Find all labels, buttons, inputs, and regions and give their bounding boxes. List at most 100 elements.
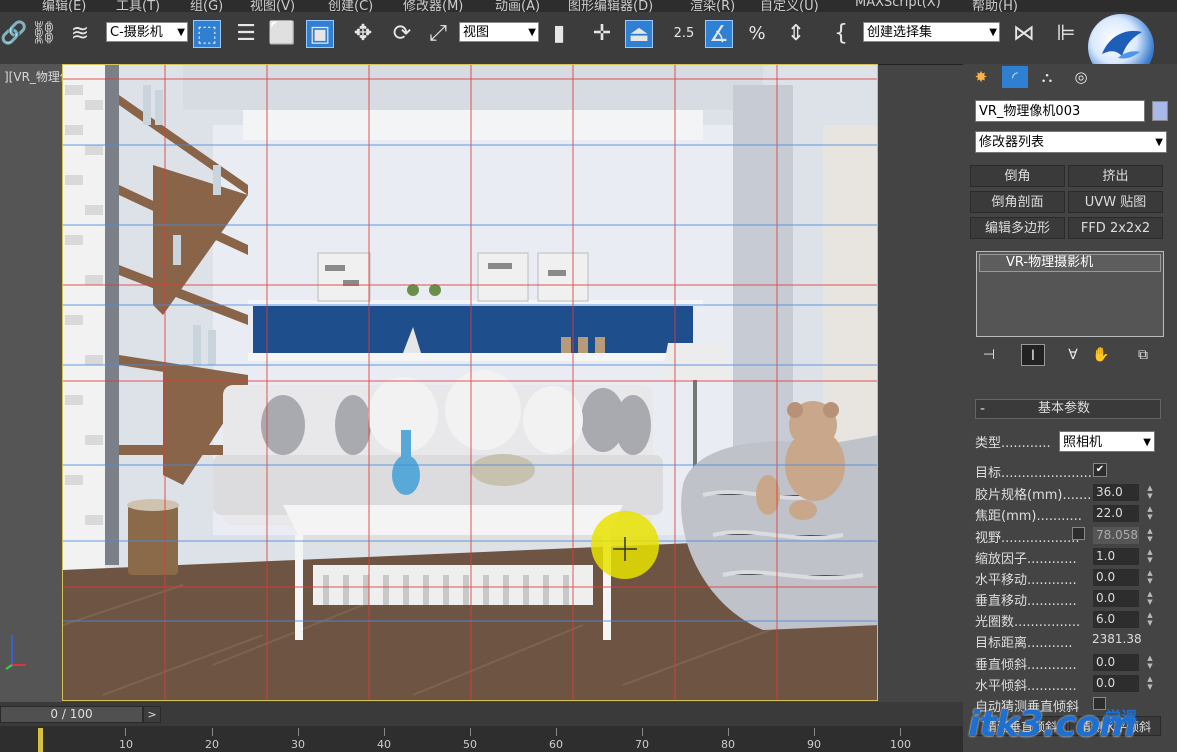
vertical-shift-field[interactable]: 0.0 bbox=[1093, 590, 1139, 607]
menu-maxscript[interactable]: MAXScript(X) bbox=[855, 0, 941, 10]
tick-label: 80 bbox=[721, 738, 735, 751]
stack-item-vray-camera[interactable]: VR-物理摄影机 bbox=[979, 254, 1161, 272]
menu-help[interactable]: 帮助(H) bbox=[972, 0, 1018, 12]
object-color-swatch[interactable] bbox=[1152, 101, 1168, 121]
edit-poly-button[interactable]: 编辑多边形 bbox=[970, 217, 1065, 239]
param-label: 视野................... bbox=[975, 531, 1080, 546]
menu-customize[interactable]: 自定义(U) bbox=[760, 0, 819, 12]
menu-views[interactable]: 视图(V) bbox=[250, 0, 295, 12]
selection-filter-dropdown[interactable]: C-摄影机 ▼ bbox=[106, 22, 188, 42]
menu-edit[interactable]: 编辑(E) bbox=[42, 0, 86, 12]
window-crossing-icon[interactable]: ▣ bbox=[306, 20, 334, 48]
scene-render bbox=[63, 65, 877, 700]
object-name-field[interactable]: VR_物理像机003 bbox=[975, 100, 1145, 122]
tick bbox=[556, 728, 557, 736]
horizontal-tilt-field[interactable]: 0.0 bbox=[1093, 675, 1139, 692]
vertical-tilt-field[interactable]: 0.0 bbox=[1093, 654, 1139, 671]
align-icon[interactable]: ⊫ bbox=[1052, 20, 1080, 48]
rotate-icon[interactable]: ⟳ bbox=[388, 20, 416, 48]
spinner-icon[interactable]: ▲ ▼ bbox=[1145, 527, 1155, 544]
param-label: 水平移动............ bbox=[975, 573, 1077, 588]
edit-named-selection-icon[interactable]: { bbox=[827, 20, 855, 48]
film-gate-field[interactable]: 36.0 bbox=[1093, 484, 1139, 501]
spinner-icon[interactable]: ▲ ▼ bbox=[1145, 654, 1155, 671]
tick-label: 40 bbox=[377, 738, 391, 751]
spinner-icon[interactable]: ▲ ▼ bbox=[1145, 569, 1155, 586]
ffd-button[interactable]: FFD 2x2x2 bbox=[1068, 217, 1163, 239]
extrude-button[interactable]: 挤出 bbox=[1068, 165, 1163, 187]
target-checkbox[interactable]: ✔ bbox=[1093, 463, 1107, 477]
panel-tabs: ✸ ◜ ⛬ ◎ bbox=[966, 66, 1171, 88]
fov-field[interactable]: 78.058 bbox=[1093, 527, 1139, 544]
menu-modifiers[interactable]: 修改器(M) bbox=[403, 0, 463, 12]
percent-snap-icon[interactable]: % bbox=[743, 20, 771, 48]
angle-snap-icon[interactable]: ∡ bbox=[705, 20, 733, 48]
modify-icon[interactable]: ◜ bbox=[1002, 66, 1028, 88]
bind-spacewarp-icon[interactable]: ≋ bbox=[66, 20, 94, 48]
param-label: 胶片规格(mm)....... bbox=[975, 488, 1092, 503]
zoom-factor-field[interactable]: 1.0 bbox=[1093, 548, 1139, 565]
camera-type-dropdown[interactable]: 照相机 ▼ bbox=[1059, 431, 1155, 452]
bevel-profile-button[interactable]: 倒角剖面 bbox=[970, 191, 1065, 213]
modifier-list-dropdown[interactable]: 修改器列表 ▼ bbox=[975, 131, 1167, 153]
spinner-icon[interactable]: ▲ ▼ bbox=[1145, 590, 1155, 607]
target-distance-value: 2381.38 bbox=[1092, 632, 1142, 646]
menu-graph-editors[interactable]: 图形编辑器(D) bbox=[568, 0, 653, 12]
spinner-icon[interactable]: ▲ ▼ bbox=[1145, 611, 1155, 628]
scale-icon[interactable]: ⤢ bbox=[424, 20, 452, 48]
fov-checkbox[interactable] bbox=[1072, 527, 1085, 540]
create-icon[interactable]: ✸ bbox=[968, 66, 994, 88]
horizontal-shift-field[interactable]: 0.0 bbox=[1093, 569, 1139, 586]
time-marker[interactable] bbox=[38, 728, 43, 752]
unlink-icon[interactable]: ⛓ bbox=[30, 20, 58, 48]
spinner-icon[interactable]: ▲ ▼ bbox=[1145, 505, 1155, 522]
spinner-icon[interactable]: ▲ ▼ bbox=[1145, 675, 1155, 692]
pin-stack-icon[interactable]: ⊣ bbox=[977, 344, 1001, 366]
link-icon[interactable]: 🔗 bbox=[0, 20, 28, 48]
pivot-point-icon[interactable]: ▮ bbox=[545, 20, 573, 48]
target-distance-label: 目标距离........... bbox=[975, 636, 1073, 651]
snaps-toggle-icon[interactable]: 2.5 bbox=[670, 20, 698, 48]
spinner-icon[interactable]: ▲ ▼ bbox=[1145, 548, 1155, 565]
menu-create[interactable]: 创建(C) bbox=[328, 0, 373, 12]
motion-icon[interactable]: ◎ bbox=[1068, 66, 1094, 88]
next-frame-button[interactable]: > bbox=[143, 706, 161, 723]
camera-viewport[interactable] bbox=[62, 64, 878, 701]
tick bbox=[212, 728, 213, 736]
configure-sets-icon[interactable]: ⧉ bbox=[1131, 344, 1155, 366]
hierarchy-icon[interactable]: ⛬ bbox=[1034, 66, 1060, 88]
menu-rendering[interactable]: 渲染(R) bbox=[690, 0, 735, 12]
tick bbox=[900, 728, 901, 736]
modifier-stack[interactable]: VR-物理摄影机 bbox=[976, 251, 1164, 337]
move-icon[interactable]: ✥ bbox=[349, 20, 377, 48]
show-end-result-icon[interactable]: I bbox=[1021, 344, 1045, 366]
mirror-icon[interactable]: ⋈ bbox=[1010, 20, 1038, 48]
rectangular-selection-icon[interactable]: ⬜ bbox=[268, 20, 296, 48]
select-manipulate-icon[interactable]: ✛ bbox=[588, 20, 616, 48]
keyboard-shortcut-override-icon[interactable]: ⏏ bbox=[625, 20, 653, 48]
focal-length-field[interactable]: 22.0 bbox=[1093, 505, 1139, 522]
spinner-snap-icon[interactable]: ⇕ bbox=[782, 20, 810, 48]
param-label: 焦距(mm)........... bbox=[975, 509, 1082, 524]
stack-tools: ⊣ I ∀ ✋ ⧉ bbox=[975, 344, 1165, 368]
menu-animation[interactable]: 动画(A) bbox=[495, 0, 540, 12]
select-by-name-icon[interactable]: ☰ bbox=[232, 20, 260, 48]
uvw-map-button[interactable]: UVW 贴图 bbox=[1068, 191, 1163, 213]
tick-label: 10 bbox=[119, 738, 133, 751]
f-number-field[interactable]: 6.0 bbox=[1093, 611, 1139, 628]
time-slider[interactable]: 0 / 100 bbox=[0, 706, 143, 723]
param-label: 垂直移动............ bbox=[975, 594, 1077, 609]
named-selection-dropdown[interactable]: 创建选择集 ▼ bbox=[863, 22, 1000, 42]
reference-coordinate-dropdown[interactable]: 视图 ▼ bbox=[459, 22, 539, 42]
left-strip bbox=[0, 64, 62, 702]
rollout-title: 基本参数 bbox=[1038, 401, 1091, 416]
rollout-basic-params[interactable]: - 基本参数 bbox=[975, 399, 1161, 419]
tick-label: 100 bbox=[890, 738, 911, 751]
spinner-icon[interactable]: ▲ ▼ bbox=[1145, 484, 1155, 501]
make-unique-icon[interactable]: ∀ bbox=[1061, 344, 1085, 366]
menu-group[interactable]: 组(G) bbox=[190, 0, 223, 12]
remove-modifier-icon[interactable]: ✋ bbox=[1089, 344, 1113, 366]
menu-tools[interactable]: 工具(T) bbox=[116, 0, 160, 12]
bevel-button[interactable]: 倒角 bbox=[970, 165, 1065, 187]
select-object-icon[interactable]: ⬚ bbox=[193, 20, 221, 48]
